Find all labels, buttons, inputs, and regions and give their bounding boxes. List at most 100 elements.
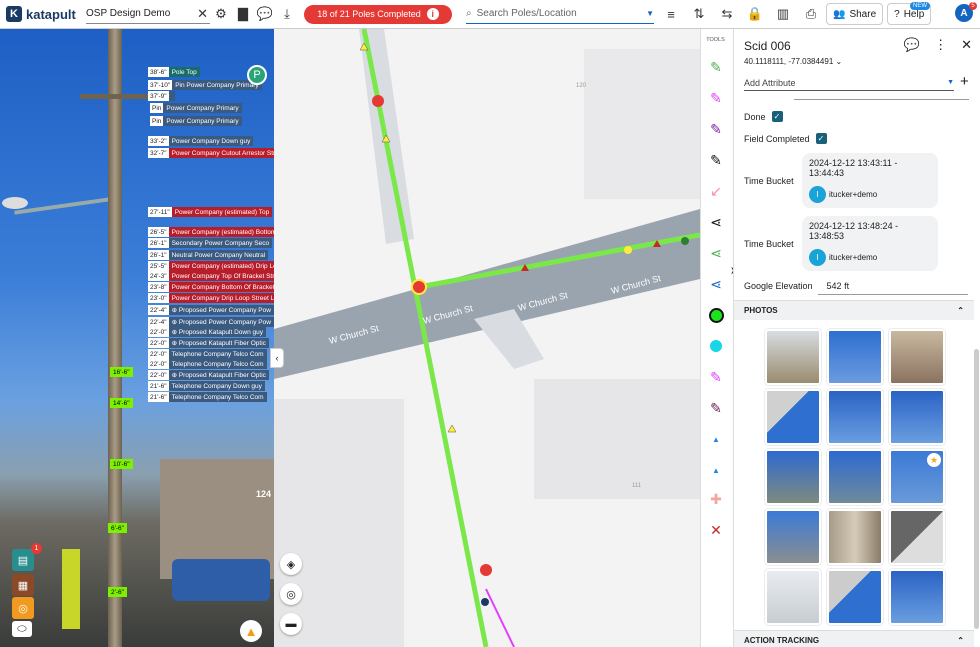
photo-thumbnail[interactable] [889, 329, 945, 385]
photo-thumbnail[interactable] [827, 509, 883, 565]
pole-coordinates[interactable]: 40.1118111, -77.0384491 ⌄ [744, 57, 842, 66]
attachment-label[interactable]: 21'-6" Telephone Company Telco Com [148, 392, 267, 402]
delete-x-icon[interactable]: ✕ [706, 520, 726, 540]
attachment-label[interactable]: 21'-6" Telephone Company Down guy [148, 381, 265, 391]
attachment-label[interactable]: 26'-1" Neutral Power Company Neutral [148, 250, 269, 260]
green-circle-icon[interactable] [706, 305, 726, 325]
add-attribute-select[interactable]: Add Attribute ▼ [744, 75, 954, 91]
attachment-label[interactable]: 22'-0" Telephone Company Telco Com [148, 359, 267, 369]
more-options-icon[interactable]: ⋮ [934, 37, 947, 53]
triangle-blue-2-icon[interactable]: ▲ [706, 460, 726, 480]
katapult-logo[interactable]: K katapult [6, 6, 78, 22]
photo-thumbnail[interactable] [889, 569, 945, 625]
folder-icon[interactable]: ▇ [232, 3, 254, 25]
photo-thumbnail[interactable] [827, 329, 883, 385]
field-completed-checkbox[interactable]: ✓ [815, 133, 827, 144]
attachment-label[interactable]: 22'-0" ⊕ Proposed Katapult Fiber Optic [148, 338, 269, 348]
time-bucket-card[interactable]: 2024-12-12 13:43:11 - 13:44:43 I itucker… [802, 153, 938, 208]
pole-marker-blue[interactable] [481, 598, 489, 606]
collapse-photo-button[interactable]: ‹ [270, 348, 284, 368]
filter-icon[interactable]: ≡ [660, 3, 682, 25]
photo-thumbnail[interactable] [765, 569, 821, 625]
triangle-blue-icon[interactable]: ▲ [706, 429, 726, 449]
pencil-green-icon[interactable]: ✎ [706, 57, 726, 77]
tag-icon[interactable]: ⬭ [12, 621, 32, 637]
merge-icon[interactable]: ⇆ [716, 3, 738, 25]
height-marker[interactable]: 2'-6" [108, 587, 127, 597]
share-node-blue-icon[interactable]: ⋖ [706, 274, 726, 294]
layers-icon[interactable]: ◈ [280, 553, 302, 575]
collapse-chevron-icon[interactable]: ⌃ [957, 306, 964, 315]
pencil-maroon-icon[interactable]: ✎ [706, 398, 726, 418]
search-poles-input[interactable]: ⌕ Search Poles/Location ▼ [466, 4, 654, 24]
attachment-label[interactable]: 22'-0" ⊕ Proposed Katapult Fiber Optic [148, 370, 269, 380]
attachment-label[interactable]: 23'-0" Power Company Drip Loop Street Li [148, 293, 274, 303]
done-checkbox[interactable]: ✓ [771, 111, 783, 122]
project-name-field[interactable]: OSP Design Demo ✕ [86, 4, 210, 24]
columns-icon[interactable]: ▥ [772, 3, 794, 25]
search-dropdown-icon[interactable]: ▼ [646, 9, 654, 18]
attachment-label[interactable]: 22'-4" ⊕ Proposed Power Company Pow [148, 317, 274, 327]
pencil-pink-2-icon[interactable]: ✎ [706, 367, 726, 387]
time-bucket-card[interactable]: 2024-12-12 13:48:24 - 13:48:53 I itucker… [802, 216, 938, 271]
photo-thumbnail[interactable] [765, 509, 821, 565]
grid-overlay-icon[interactable]: ▦ [12, 574, 34, 596]
chat-icon[interactable]: 💬 [254, 3, 276, 25]
attachment-label[interactable]: 24'-3" Power Company Top Of Bracket Str [148, 271, 274, 281]
settings-gear-icon[interactable]: ⚙ [210, 3, 232, 25]
photo-thumbnail[interactable]: ★ [889, 449, 945, 505]
action-tracking-header[interactable]: ACTION TRACKING ⌃ [734, 630, 974, 647]
photo-thumbnail[interactable] [827, 389, 883, 445]
attachment-label[interactable]: 23'-8" Power Company Bottom Of Bracket [148, 282, 274, 292]
height-marker[interactable]: 14'-6" [110, 398, 133, 408]
clear-project-icon[interactable]: ✕ [197, 6, 208, 22]
photo-thumbnail[interactable] [765, 329, 821, 385]
height-marker[interactable]: 16'-6" [110, 367, 133, 377]
close-icon[interactable]: ✕ [961, 37, 972, 53]
arrow-pink-icon[interactable]: ↙ [706, 181, 726, 201]
photo-mode-button[interactable]: P [247, 65, 267, 85]
star-icon[interactable]: ★ [927, 453, 941, 467]
chevron-down-icon[interactable]: ⌄ [836, 57, 843, 66]
attachment-label[interactable]: 32'-7" Power Company Cutout Arrestor Str [148, 148, 274, 158]
warning-icon[interactable]: ▲ [240, 620, 262, 642]
attachment-label[interactable]: 22'-4" ⊕ Proposed Power Company Pow [148, 305, 274, 315]
print-icon[interactable]: ⎙ [800, 3, 822, 25]
share-node-green-icon[interactable]: ⋖ [706, 243, 726, 263]
map-view[interactable]: W Church St W Church St W Church St W Ch… [274, 29, 700, 647]
lock-icon[interactable]: 🔒 [744, 3, 766, 25]
photo-thumbnail[interactable] [765, 449, 821, 505]
download-icon[interactable]: ⤓ [276, 3, 298, 25]
map-canvas[interactable]: W Church St W Church St W Church St W Ch… [274, 29, 700, 647]
attachment-label[interactable]: 22'-0" ⊕ Proposed Katapult Down guy [148, 327, 267, 337]
bandage-icon[interactable]: ✚ [706, 489, 726, 509]
photo-thumbnail[interactable] [889, 389, 945, 445]
attachment-label[interactable]: 25'-5" Power Company (estimated) Drip Lo [148, 261, 274, 271]
photo-thumbnail[interactable] [889, 509, 945, 565]
pole-marker-selected[interactable] [411, 279, 427, 295]
attachment-label[interactable]: 27'-11" Power Company (estimated) Top [148, 207, 273, 217]
pole-photo-view[interactable]: 124 38'-6" Pole Top 37'-10" Pin Power Compa… [0, 29, 274, 647]
pencil-black-icon[interactable]: ✎ [706, 150, 726, 170]
height-marker[interactable]: 10'-6" [110, 459, 133, 469]
panel-scrollbar[interactable] [974, 349, 979, 629]
locate-icon[interactable]: ◎ [280, 583, 302, 605]
attachment-label[interactable]: Pin Power Company Primary [150, 116, 242, 126]
pole-marker-completed[interactable] [372, 95, 384, 107]
ruler-icon[interactable]: ▬ [280, 613, 302, 635]
share-node-icon[interactable]: ⋖ [706, 212, 726, 232]
add-attribute-plus-icon[interactable]: + [960, 73, 969, 90]
height-marker[interactable]: 6'-6" [108, 523, 127, 533]
attachment-label[interactable]: 33'-2" Power Company Down guy [148, 136, 254, 146]
attachment-label[interactable]: 22'-0" Telephone Company Telco Com [148, 349, 267, 359]
pencil-purple-icon[interactable]: ✎ [706, 119, 726, 139]
share-button[interactable]: 👥 Share [826, 3, 884, 25]
attachment-label[interactable]: 26'-5" Power Company (estimated) Bottom [148, 227, 274, 237]
photos-section-header[interactable]: PHOTOS ⌃ [734, 300, 974, 320]
photo-thumbnail[interactable] [827, 569, 883, 625]
photo-thumbnail[interactable] [827, 449, 883, 505]
attachment-label[interactable]: 26'-1" Secondary Power Company Seco [148, 238, 273, 248]
poles-completed-badge[interactable]: 18 of 21 Poles Completed i [304, 4, 452, 24]
pole-marker-south[interactable] [480, 564, 492, 576]
attachment-label[interactable]: 37'-10" Pin Power Company Primary [148, 80, 262, 90]
